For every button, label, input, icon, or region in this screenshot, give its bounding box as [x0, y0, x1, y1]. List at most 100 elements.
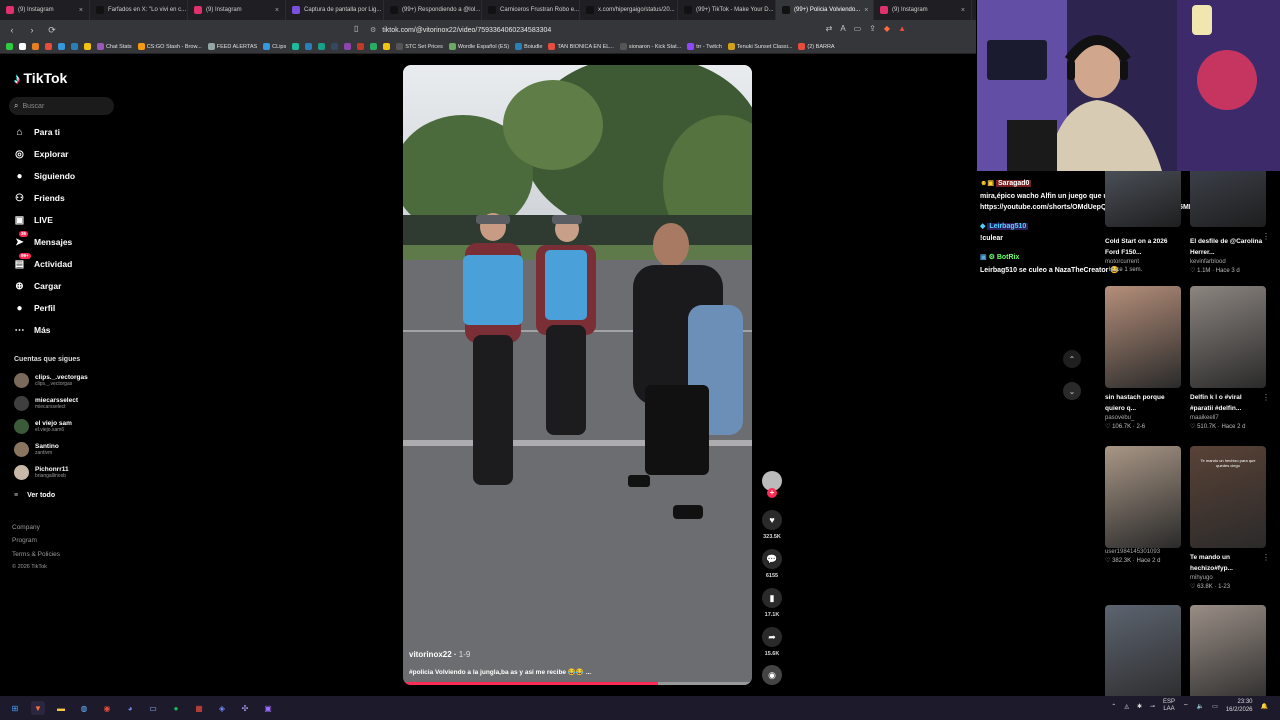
- notifications-icon[interactable]: 🔔: [1261, 703, 1268, 710]
- nav-item-para-ti[interactable]: ⌂ Para ti: [13, 124, 60, 140]
- bookmark-item[interactable]: [370, 43, 378, 50]
- bluetooth-icon[interactable]: ✱: [1137, 703, 1142, 710]
- recommended-video-card[interactable]: Te mando un hechizo para que quedes cieg…: [1190, 446, 1266, 590]
- tiktok-logo[interactable]: ♪ TikTok: [14, 70, 67, 86]
- followed-account[interactable]: Pichonrr11 briangallinosb: [14, 462, 69, 482]
- nav-item-cargar[interactable]: ⊕ Cargar: [13, 278, 61, 294]
- battery-icon[interactable]: ▭: [1212, 703, 1218, 710]
- footer-company-link[interactable]: Company: [12, 524, 40, 531]
- bookmark-item[interactable]: FEED ALERTAS: [207, 43, 257, 50]
- nav-item-perfil[interactable]: ● Perfil: [13, 300, 55, 316]
- steam-icon[interactable]: ◍: [77, 701, 91, 715]
- tab-close-icon[interactable]: ×: [961, 7, 965, 14]
- clock[interactable]: 23:30 16/2/2026: [1226, 698, 1253, 714]
- footer-program-link[interactable]: Program: [12, 537, 37, 544]
- bookmark-item[interactable]: Tenuki Sunset Classi...: [727, 43, 792, 50]
- network-icon[interactable]: ◬: [1124, 703, 1129, 710]
- browser-tab[interactable]: (99+) TikTok - Make Your D...×: [678, 0, 776, 20]
- share-button[interactable]: ➦ 15.6K: [761, 627, 783, 657]
- sound-disc-button[interactable]: ◉: [761, 665, 783, 685]
- bookmark-item[interactable]: [331, 43, 339, 50]
- reader-icon[interactable]: A: [840, 24, 845, 33]
- bookmark-item[interactable]: CLips: [263, 43, 286, 50]
- followed-account[interactable]: clips._.vectorgas clips._.vectorgas: [14, 370, 88, 390]
- bookmark-item[interactable]: [383, 43, 391, 50]
- reload-icon[interactable]: ⟳: [46, 25, 58, 36]
- bookmark-star-icon[interactable]: ▯: [354, 24, 358, 33]
- browser-tab[interactable]: (9) Instagram ×: [0, 0, 90, 20]
- obs-icon[interactable]: ◉: [100, 701, 114, 715]
- share-icon[interactable]: ⇪: [869, 24, 876, 33]
- nav-item-actividad[interactable]: ▤ 99+ Actividad: [13, 252, 72, 272]
- video-author[interactable]: vitorinox22 · 1-9: [409, 650, 470, 659]
- video-thumbnail[interactable]: [1105, 286, 1181, 388]
- browser-tab[interactable]: Farfados en X: "Lo vivi en c...×: [90, 0, 188, 20]
- video-thumbnail[interactable]: Te mando un hechizo para que quedes cieg…: [1190, 446, 1266, 548]
- tab-close-icon[interactable]: ×: [864, 7, 868, 14]
- forward-icon[interactable]: ›: [26, 25, 38, 35]
- vpn-icon[interactable]: ◈: [215, 701, 229, 715]
- more-options-icon[interactable]: ⋮: [1262, 393, 1270, 402]
- progress-bar[interactable]: [403, 682, 658, 685]
- bookmark-item[interactable]: TAN BIONICA EN EL...: [548, 43, 614, 50]
- bookmark-item[interactable]: Boiudle: [515, 43, 542, 50]
- url-field[interactable]: ⚙ tiktok.com/@vitorinox22/video/75933640…: [370, 24, 890, 36]
- footer-terms-link[interactable]: Terms & Policies: [12, 551, 60, 558]
- bookmark-item[interactable]: [344, 43, 352, 50]
- bookmark-item[interactable]: [71, 43, 78, 50]
- recommended-video-card[interactable]: [1190, 605, 1266, 707]
- bookmark-item[interactable]: trr - Twitch: [687, 43, 722, 50]
- nav-item-friends[interactable]: ⚇ Friends: [13, 190, 65, 206]
- nav-item-m-s[interactable]: ⋯ Más: [13, 322, 51, 338]
- wifi-icon[interactable]: ⌔: [1183, 702, 1189, 710]
- followed-account[interactable]: el viejo sam el.viejo.sam6: [14, 416, 72, 436]
- recommended-video-card[interactable]: El desfile de @Carolina Herrer... kevinfa…: [1190, 232, 1266, 274]
- recommended-video-card[interactable]: sin hastach porque quiero q... pasovebu_ ♡…: [1105, 286, 1181, 430]
- discord-icon[interactable]: ◕: [123, 701, 137, 715]
- video-thumbnail[interactable]: [1190, 171, 1266, 227]
- save-button[interactable]: ▮ 17.1K: [761, 588, 783, 618]
- browser-tab[interactable]: (9) Instagram ×: [874, 0, 972, 20]
- windows-start-icon[interactable]: ⊞: [8, 701, 22, 715]
- controller-icon[interactable]: ✣: [238, 701, 252, 715]
- tab-close-icon[interactable]: ×: [79, 7, 83, 14]
- video-thumbnail[interactable]: [1190, 605, 1266, 707]
- monitor-icon[interactable]: ▭: [146, 701, 160, 715]
- bookmark-item[interactable]: Chat Stats: [97, 43, 132, 50]
- browser-tab[interactable]: (99+) Respondiendo a @lol...×: [384, 0, 482, 20]
- nav-item-mensajes[interactable]: ➤ 36 Mensajes: [13, 230, 72, 250]
- browser-tab[interactable]: Carniceros Frustran Robo e...×: [482, 0, 580, 20]
- tray-chevron-icon[interactable]: ⌃: [1111, 703, 1116, 710]
- file-explorer-icon[interactable]: ▬: [54, 701, 68, 715]
- see-all-button[interactable]: ≡ Ver todo: [14, 492, 55, 499]
- recommended-video-card[interactable]: Delfín k l o #viral #paratii #delfin... m…: [1190, 286, 1266, 430]
- author-avatar-button[interactable]: +: [761, 471, 783, 498]
- recommended-video-card[interactable]: user1984145301093 ♡ 382.3K · Hace 2 d: [1105, 446, 1181, 564]
- nav-item-live[interactable]: ▣ LIVE: [13, 212, 53, 228]
- calendar-icon[interactable]: ▦: [192, 701, 206, 715]
- bookmark-item[interactable]: [318, 43, 326, 50]
- followed-account[interactable]: miecarsselect miecarsselect: [14, 393, 78, 413]
- shield-icon[interactable]: ◆: [884, 24, 890, 33]
- bookmark-item[interactable]: [305, 43, 313, 50]
- cast-icon[interactable]: ▭: [854, 24, 862, 33]
- volume-icon[interactable]: 🔈: [1197, 703, 1204, 710]
- video-thumbnail[interactable]: [1105, 171, 1181, 227]
- browser-tab[interactable]: x.com/hipergaigo/status/20...×: [580, 0, 678, 20]
- bookmark-item[interactable]: Wordle Español (ES): [448, 43, 509, 50]
- language-indicator[interactable]: ESP LAA: [1163, 699, 1175, 713]
- bookmark-item[interactable]: [32, 43, 39, 50]
- bookmark-item[interactable]: [357, 43, 365, 50]
- video-player[interactable]: vitorinox22 · 1-9 #policia Volviendo a l…: [403, 65, 752, 685]
- back-icon[interactable]: ‹: [6, 25, 18, 35]
- more-options-icon[interactable]: ⋮: [1262, 232, 1270, 241]
- nav-item-siguiendo[interactable]: ● Siguiendo: [13, 168, 75, 184]
- bookmark-item[interactable]: [45, 43, 52, 50]
- more-options-icon[interactable]: ⋮: [1262, 553, 1270, 562]
- site-info-icon[interactable]: ⚙: [370, 26, 376, 34]
- app-icon[interactable]: ▣: [261, 701, 275, 715]
- brave-browser-icon[interactable]: ▼: [31, 701, 45, 715]
- recommended-video-card[interactable]: Cold Start on a 2026 Ford F150... motorcu…: [1105, 232, 1181, 273]
- bookmark-item[interactable]: [6, 43, 13, 50]
- rewards-icon[interactable]: ▲: [898, 24, 906, 33]
